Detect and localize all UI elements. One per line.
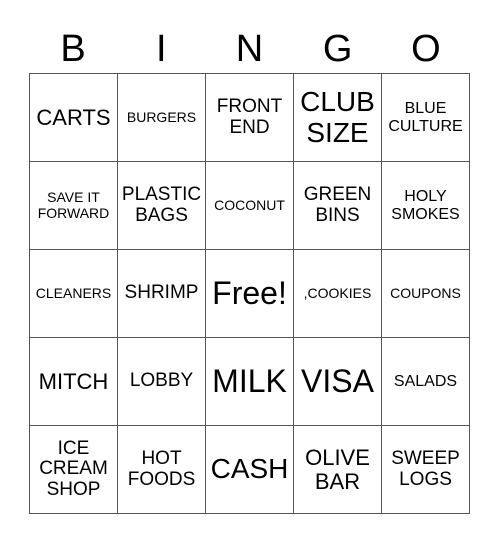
bingo-cell[interactable]: SALADS: [382, 338, 470, 426]
bingo-cell[interactable]: PLASTIC BAGS: [118, 162, 206, 250]
bingo-cell[interactable]: MILK: [206, 338, 294, 426]
bingo-cell[interactable]: CLEANERS: [30, 250, 118, 338]
header-letter-o: O: [411, 28, 441, 70]
bingo-cell[interactable]: CASH: [206, 426, 294, 514]
bingo-cell[interactable]: BLUE CULTURE: [382, 74, 470, 162]
bingo-cell[interactable]: COUPONS: [382, 250, 470, 338]
bingo-header: B I N G O: [29, 26, 470, 72]
header-letter-i: I: [156, 28, 167, 70]
bingo-card-grid: CARTS BURGERS FRONT END CLUB SIZE BLUE C…: [29, 73, 470, 514]
bingo-cell[interactable]: VISA: [294, 338, 382, 426]
header-letter-b: B: [60, 28, 86, 70]
bingo-cell[interactable]: COCONUT: [206, 162, 294, 250]
free-space-cell[interactable]: Free!: [206, 250, 294, 338]
bingo-cell[interactable]: HOT FOODS: [118, 426, 206, 514]
bingo-cell[interactable]: CLUB SIZE: [294, 74, 382, 162]
bingo-cell[interactable]: ICE CREAM SHOP: [30, 426, 118, 514]
bingo-cell[interactable]: ,COOKIES: [294, 250, 382, 338]
bingo-cell[interactable]: GREEN BINS: [294, 162, 382, 250]
header-letter-g: G: [322, 28, 353, 70]
bingo-cell[interactable]: HOLY SMOKES: [382, 162, 470, 250]
bingo-cell[interactable]: SWEEP LOGS: [382, 426, 470, 514]
bingo-cell[interactable]: SHRIMP: [118, 250, 206, 338]
bingo-cell[interactable]: OLIVE BAR: [294, 426, 382, 514]
bingo-cell[interactable]: BURGERS: [118, 74, 206, 162]
bingo-cell[interactable]: CARTS: [30, 74, 118, 162]
bingo-cell[interactable]: SAVE IT FORWARD: [30, 162, 118, 250]
bingo-cell[interactable]: LOBBY: [118, 338, 206, 426]
bingo-cell[interactable]: FRONT END: [206, 74, 294, 162]
header-letter-n: N: [235, 28, 264, 70]
bingo-cell[interactable]: MITCH: [30, 338, 118, 426]
